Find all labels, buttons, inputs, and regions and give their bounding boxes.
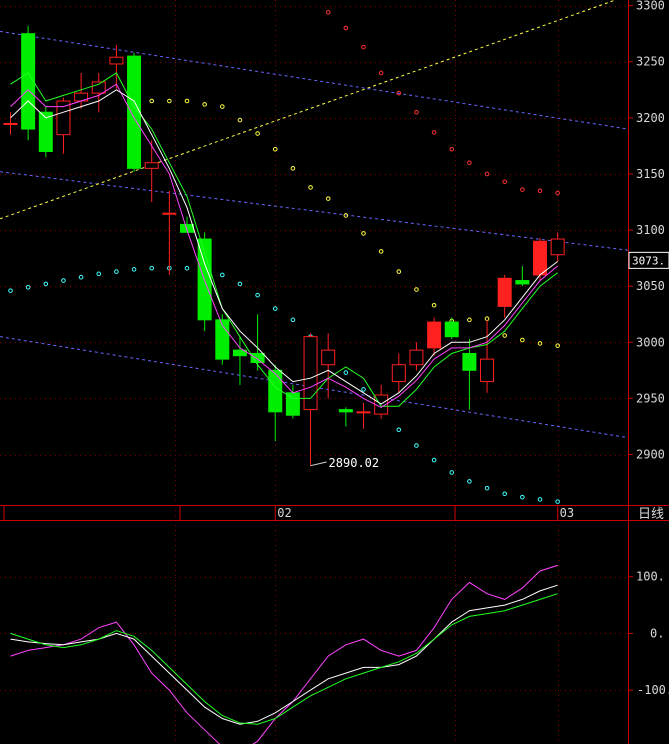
date-tick-label: 02 xyxy=(277,506,291,520)
current-price-label: 3073. xyxy=(632,254,665,267)
price-tick-label: 2900 xyxy=(636,448,665,462)
price-tick-label: 2950 xyxy=(636,391,665,405)
candle-up xyxy=(109,56,124,65)
stock-chart[interactable]: 3300 3250 3200 3150 3100 3050 3000 2950 2900 02 0… xyxy=(0,0,669,744)
price-tick-label: 3200 xyxy=(636,111,665,125)
oscillator-tick-label: 0. xyxy=(650,626,664,640)
candle-up xyxy=(427,321,442,349)
candle-down xyxy=(268,369,283,413)
candle-up xyxy=(91,81,106,94)
low-price-label: 2890.02 xyxy=(329,456,380,470)
oscillator-tick-label: -100. xyxy=(637,683,669,697)
candle-up xyxy=(3,122,18,125)
candle-down xyxy=(462,353,477,371)
price-tick-label: 3050 xyxy=(636,279,665,293)
candle-up xyxy=(391,364,406,383)
candle-down xyxy=(21,33,36,130)
oscillator-tick-label: 100. xyxy=(636,570,665,584)
candle-up xyxy=(409,349,424,366)
price-tick-label: 3300 xyxy=(636,0,665,13)
price-tick-label: 3000 xyxy=(636,335,665,349)
candle-up xyxy=(162,212,177,215)
price-tick-label: 3100 xyxy=(636,223,665,237)
chart-background xyxy=(0,0,669,744)
candle-up xyxy=(321,349,336,366)
candle-up xyxy=(144,162,159,169)
candle-down xyxy=(338,409,353,413)
candle-up xyxy=(533,240,547,276)
candle-down xyxy=(515,280,530,285)
candle-up xyxy=(497,277,512,307)
candle-down xyxy=(285,392,300,416)
candle-down xyxy=(444,321,459,338)
price-tick-label: 3250 xyxy=(636,55,665,69)
candle-up xyxy=(356,411,371,414)
candle-up xyxy=(480,358,495,383)
price-tick-label: 3150 xyxy=(636,167,665,181)
candle-up xyxy=(550,238,565,256)
date-tick-label: 03 xyxy=(560,506,574,520)
candle-up xyxy=(56,100,71,136)
period-label[interactable]: 日线 xyxy=(638,507,664,522)
